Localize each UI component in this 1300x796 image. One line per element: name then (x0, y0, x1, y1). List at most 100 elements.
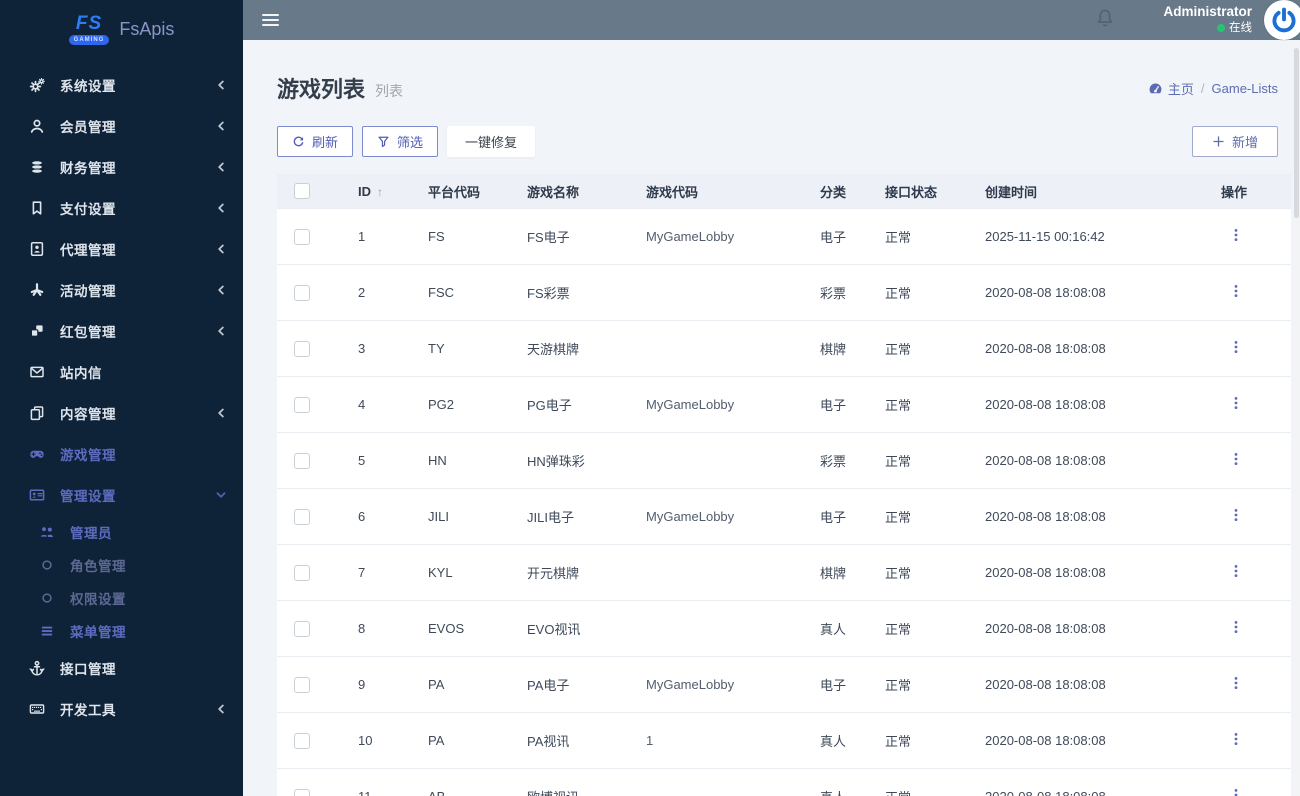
row-actions-button[interactable] (1229, 283, 1243, 302)
sidebar-item-财务管理[interactable]: 财务管理 (0, 146, 243, 187)
cell-game-name: PA电子 (527, 678, 570, 693)
cell-platform-code: PA (428, 733, 445, 748)
row-actions-button[interactable] (1229, 563, 1243, 582)
row-checkbox[interactable] (294, 564, 310, 581)
cell-game-name: PA视讯 (527, 734, 570, 749)
cell-game-name: FS彩票 (527, 286, 570, 301)
brand[interactable]: FS GAMING FsApis (0, 0, 243, 58)
one-click-fix-button[interactable]: 一键修复 (447, 126, 536, 157)
cell-game-name: 天游棋牌 (527, 342, 580, 357)
cell-api-status: 正常 (885, 342, 912, 357)
row-checkbox[interactable] (294, 508, 310, 525)
chevron-left-icon (215, 325, 227, 337)
row-actions-button[interactable] (1229, 395, 1243, 414)
plus-icon (1213, 136, 1224, 147)
sidebar-item-权限设置[interactable]: 权限设置 (0, 581, 243, 614)
sidebar-item-支付设置[interactable]: 支付设置 (0, 187, 243, 228)
sidebar-item-开发工具[interactable]: 开发工具 (0, 688, 243, 729)
sort-asc-icon[interactable]: ↑ (377, 185, 383, 199)
sidebar-item-label: 角色管理 (70, 558, 126, 574)
brand-logo-text: FS (75, 12, 103, 34)
hamburger-icon[interactable] (262, 11, 279, 29)
logout-button[interactable] (1264, 0, 1300, 40)
main-area: Administrator 在线 游戏列表 列表 主页 / Game-Lists… (243, 0, 1300, 796)
cell-api-status: 正常 (885, 678, 912, 693)
cell-platform-code: FS (428, 229, 445, 244)
circle-icon (38, 589, 55, 606)
sidebar-item-会员管理[interactable]: 会员管理 (0, 105, 243, 146)
cell-id: 3 (358, 341, 366, 356)
row-checkbox[interactable] (294, 788, 310, 796)
row-checkbox[interactable] (294, 732, 310, 749)
ellipsis-v-icon (1229, 677, 1243, 694)
user-block[interactable]: Administrator 在线 (1163, 4, 1252, 35)
row-checkbox[interactable] (294, 340, 310, 357)
sidebar-item-系统设置[interactable]: 系统设置 (0, 64, 243, 105)
sidebar-item-管理员[interactable]: 管理员 (0, 515, 243, 548)
row-actions-button[interactable] (1229, 787, 1243, 796)
cell-game-name: 欧博视讯 (510, 787, 629, 796)
sidebar-item-接口管理[interactable]: 接口管理 (0, 647, 243, 688)
table-row: 5 HN HN弹珠彩 彩票 正常 2020-08-08 18:08:08 (277, 432, 1291, 488)
row-actions-button[interactable] (1229, 507, 1243, 526)
sidebar-item-游戏管理[interactable]: 游戏管理 (0, 433, 243, 474)
select-all-checkbox[interactable] (294, 183, 310, 200)
bell-icon[interactable] (1095, 8, 1115, 33)
cell-api-status: 正常 (868, 787, 968, 796)
ellipsis-v-icon (1229, 285, 1243, 302)
cell-id: 7 (358, 565, 366, 580)
coins-icon (28, 158, 45, 175)
row-actions-button[interactable] (1229, 339, 1243, 358)
page-scrollbar[interactable] (1293, 44, 1300, 796)
gears-icon (28, 76, 45, 93)
row-actions-button[interactable] (1229, 731, 1243, 750)
column-header-platform-code: 平台代码 (428, 184, 481, 200)
row-checkbox[interactable] (294, 620, 310, 637)
row-checkbox[interactable] (294, 396, 310, 413)
row-checkbox[interactable] (294, 676, 310, 693)
sidebar-item-内容管理[interactable]: 内容管理 (0, 392, 243, 433)
ellipsis-v-icon (1229, 453, 1243, 470)
row-checkbox[interactable] (294, 228, 310, 245)
row-checkbox[interactable] (294, 452, 310, 469)
bars-icon (38, 622, 55, 639)
bookmark-icon (28, 199, 45, 216)
column-header-created-at: 创建时间 (985, 184, 1038, 200)
cell-created-at: 2020-08-08 18:08:08 (985, 285, 1106, 300)
row-actions-button[interactable] (1229, 675, 1243, 694)
sidebar-item-菜单管理[interactable]: 菜单管理 (0, 614, 243, 647)
row-actions-button[interactable] (1229, 227, 1243, 246)
sidebar-item-label: 财务管理 (60, 160, 116, 176)
sidebar-item-管理设置[interactable]: 管理设置 (0, 474, 243, 515)
chevron-left-icon (215, 161, 227, 173)
cell-created-at: 2020-08-08 18:08:08 (985, 621, 1106, 636)
sidebar-item-活动管理[interactable]: 活动管理 (0, 269, 243, 310)
refresh-button[interactable]: 刷新 (277, 126, 354, 157)
column-header-id[interactable]: ID ↑ (341, 184, 411, 199)
row-actions-button[interactable] (1229, 451, 1243, 470)
cell-api-status: 正常 (885, 454, 912, 469)
breadcrumb-home-link[interactable]: 主页 (1148, 79, 1194, 98)
add-button[interactable]: 新增 (1191, 126, 1278, 157)
envelope-icon (28, 363, 45, 380)
filter-button[interactable]: 筛选 (362, 126, 439, 157)
row-checkbox[interactable] (294, 284, 310, 301)
sidebar-item-代理管理[interactable]: 代理管理 (0, 228, 243, 269)
app-name: FsApis (119, 18, 175, 39)
sidebar-item-站内信[interactable]: 站内信 (0, 351, 243, 392)
cell-game-name: JILI电子 (527, 510, 574, 525)
column-header-api-status: 接口状态 (885, 184, 938, 200)
sidebar-item-角色管理[interactable]: 角色管理 (0, 548, 243, 581)
cell-id: 6 (358, 509, 366, 524)
cell-category: 电子 (820, 398, 847, 413)
sidebar-item-红包管理[interactable]: 红包管理 (0, 310, 243, 351)
sidebar-item-label: 支付设置 (60, 201, 116, 217)
sidebar-item-label: 站内信 (60, 365, 102, 381)
refresh-icon (293, 136, 304, 147)
asterisk-icon (28, 281, 45, 298)
chevron-left-icon (215, 407, 227, 419)
row-actions-button[interactable] (1229, 619, 1243, 638)
cell-id: 2 (358, 285, 366, 300)
cell-game-name: FS电子 (527, 230, 570, 245)
scrollbar-thumb[interactable] (1294, 48, 1299, 218)
